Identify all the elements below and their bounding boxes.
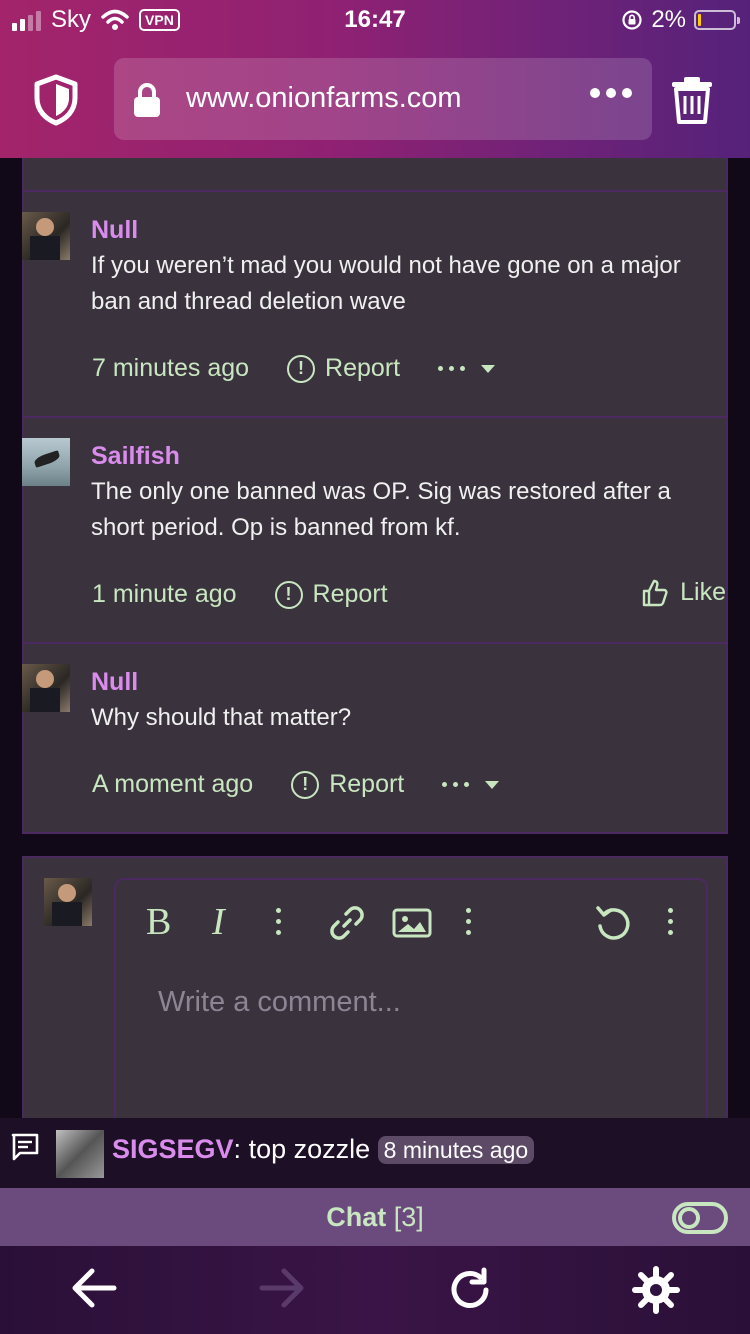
- more-icon[interactable]: [590, 88, 632, 98]
- forward-icon[interactable]: [258, 1266, 306, 1310]
- chat-text: top zozzle: [248, 1134, 371, 1164]
- more-format-button[interactable]: [276, 908, 281, 935]
- chat-count: [3]: [393, 1202, 424, 1232]
- battery-percent: 2%: [651, 6, 686, 33]
- reload-icon[interactable]: [446, 1266, 494, 1314]
- avatar[interactable]: [22, 664, 70, 712]
- image-icon[interactable]: [392, 908, 432, 938]
- chat-bubble-icon: [11, 1133, 39, 1161]
- back-icon[interactable]: [70, 1266, 118, 1310]
- shield-icon[interactable]: [30, 74, 82, 126]
- url-text[interactable]: www.onionfarms.com: [186, 82, 462, 115]
- avatar: [44, 878, 92, 926]
- like-button[interactable]: Like: [642, 578, 726, 607]
- comment-time[interactable]: 7 minutes ago: [92, 354, 249, 383]
- browser-chrome: Sky VPN 16:47 2% www.onionfarms.com: [0, 0, 750, 158]
- report-icon: !: [291, 770, 320, 799]
- report-button[interactable]: ! Report: [291, 770, 404, 799]
- more-actions-button[interactable]: [442, 780, 500, 789]
- comment-time[interactable]: 1 minute ago: [92, 580, 237, 609]
- chat-title: Chat: [326, 1202, 387, 1232]
- divider: [22, 832, 728, 834]
- comment-username[interactable]: Sailfish: [91, 442, 180, 471]
- comment-text: Why should that matter?: [91, 704, 352, 731]
- comment-placeholder[interactable]: Write a comment...: [158, 986, 401, 1019]
- report-icon: !: [274, 580, 303, 609]
- avatar[interactable]: [22, 438, 70, 486]
- status-bar: Sky VPN 16:47 2%: [0, 0, 750, 40]
- more-insert-button[interactable]: [466, 908, 471, 935]
- rotation-lock-icon: [622, 10, 642, 30]
- chat-username[interactable]: SIGSEGV: [112, 1134, 234, 1164]
- comment-time[interactable]: A moment ago: [92, 770, 253, 799]
- undo-icon[interactable]: [594, 904, 632, 942]
- report-label: Report: [329, 770, 405, 798]
- trash-icon[interactable]: [670, 76, 714, 124]
- address-bar[interactable]: www.onionfarms.com: [114, 58, 652, 140]
- comment-username[interactable]: Null: [91, 668, 138, 697]
- thumbs-up-icon: [642, 579, 668, 606]
- chat-toggle[interactable]: [672, 1202, 728, 1234]
- report-button[interactable]: ! Report: [287, 354, 400, 383]
- divider: [22, 642, 728, 644]
- chat-bar[interactable]: Chat [3]: [0, 1188, 750, 1246]
- lock-icon: [134, 83, 160, 117]
- link-icon[interactable]: [328, 904, 366, 942]
- chat-message: SIGSEGV: top zozzle 8 minutes ago: [112, 1134, 535, 1165]
- browser-toolbar: [0, 1246, 750, 1334]
- avatar: [56, 1130, 104, 1178]
- battery-icon: [694, 10, 740, 30]
- chat-bar-label[interactable]: Chat [3]: [0, 1202, 750, 1233]
- chevron-down-icon: [481, 364, 496, 373]
- report-button[interactable]: ! Report: [274, 580, 388, 609]
- divider: [22, 190, 728, 192]
- report-icon: !: [287, 354, 316, 383]
- italic-button[interactable]: I: [212, 900, 225, 944]
- report-label: Report: [325, 354, 401, 382]
- chat-time: 8 minutes ago: [377, 1136, 535, 1164]
- like-label: Like: [680, 578, 726, 606]
- comment-meta: A moment ago ! Report: [92, 770, 500, 799]
- comment-username[interactable]: Null: [91, 216, 138, 245]
- report-label: Report: [312, 580, 388, 608]
- comment-editor[interactable]: B I Write a comment...: [114, 878, 708, 1128]
- comment-meta: 1 minute ago ! Report: [92, 580, 388, 609]
- chevron-down-icon: [485, 780, 500, 789]
- bold-button[interactable]: B: [146, 900, 171, 944]
- comment-text: If you weren’t mad you would not have go…: [91, 252, 681, 315]
- chat-latest-message[interactable]: SIGSEGV: top zozzle 8 minutes ago: [0, 1118, 750, 1188]
- comment-text: The only one banned was OP. Sig was rest…: [91, 478, 671, 541]
- comment-meta: 7 minutes ago ! Report: [92, 354, 496, 383]
- avatar[interactable]: [22, 212, 70, 260]
- chat-separator: :: [233, 1134, 242, 1164]
- page-content: Null If you weren’t mad you would not ha…: [0, 158, 750, 1128]
- divider: [22, 416, 728, 418]
- reply-card: B I Write a comment...: [22, 856, 728, 1128]
- more-editor-button[interactable]: [668, 908, 673, 935]
- more-actions-button[interactable]: [438, 364, 496, 373]
- settings-icon[interactable]: [632, 1266, 680, 1314]
